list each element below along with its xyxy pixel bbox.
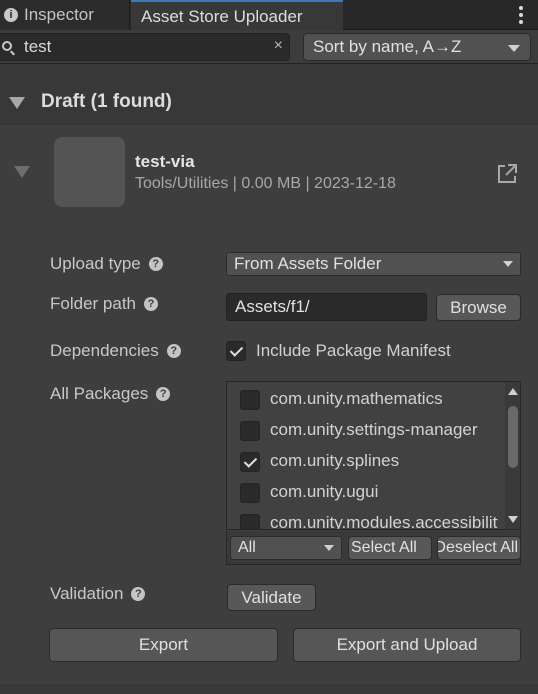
more-options-icon[interactable] <box>518 6 524 24</box>
validation-label: Validation ? <box>50 584 146 604</box>
upload-type-value: From Assets Folder <box>234 254 382 273</box>
packages-list-footer: All Select All Deselect All <box>226 531 521 565</box>
list-item[interactable]: com.unity.splines <box>227 446 503 477</box>
help-icon[interactable]: ? <box>131 587 146 601</box>
scroll-down-icon[interactable] <box>508 516 518 523</box>
all-packages-label: All Packages ? <box>50 384 171 404</box>
package-meta: Tools/Utilities | 0.00 MB | 2023-12-18 <box>135 175 396 192</box>
export-and-upload-button[interactable]: Export and Upload <box>293 628 521 662</box>
tab-inspector-label: Inspector <box>24 5 94 24</box>
package-label: com.unity.mathematics <box>270 389 443 408</box>
foldout-arrow-icon[interactable] <box>9 97 25 109</box>
chevron-down-icon <box>503 261 513 267</box>
draft-section-header[interactable]: Draft (1 found) <box>0 82 538 124</box>
upload-type-label-text: Upload type <box>50 254 141 273</box>
package-checkbox[interactable] <box>240 390 260 410</box>
tab-asset-store-uploader[interactable]: Asset Store Uploader <box>131 0 343 31</box>
package-foldout-arrow-icon[interactable] <box>14 166 30 178</box>
dependencies-label-text: Dependencies <box>50 341 159 360</box>
packages-list: com.unity.mathematics com.unity.settings… <box>226 381 521 530</box>
package-label: com.unity.splines <box>270 451 400 470</box>
upload-type-label: Upload type ? <box>50 254 163 274</box>
folder-path-value: Assets/f1/ <box>235 297 310 316</box>
chevron-down-icon <box>508 45 520 52</box>
help-icon[interactable]: ? <box>156 387 171 401</box>
search-icon <box>2 41 12 51</box>
package-card: test-via Tools/Utilities | 0.00 MB | 202… <box>0 124 538 684</box>
list-item[interactable]: com.unity.mathematics <box>227 384 503 415</box>
external-link-icon[interactable] <box>496 163 518 185</box>
package-checkbox[interactable] <box>240 452 260 472</box>
package-checkbox[interactable] <box>240 514 260 529</box>
package-checkbox[interactable] <box>240 483 260 503</box>
search-box: × <box>0 33 290 61</box>
browse-button[interactable]: Browse <box>436 294 521 321</box>
help-icon[interactable]: ? <box>148 257 163 271</box>
deselect-all-label: Deselect All <box>437 539 518 556</box>
include-manifest-label: Include Package Manifest <box>256 341 451 360</box>
tab-inspector[interactable]: i Inspector <box>0 0 130 30</box>
package-checkbox[interactable] <box>240 421 260 441</box>
chevron-down-icon <box>324 545 334 551</box>
list-item[interactable]: com.unity.ugui <box>227 477 503 508</box>
folder-path-label: Folder path ? <box>50 294 158 314</box>
scroll-thumb[interactable] <box>508 406 518 468</box>
clear-search-icon[interactable]: × <box>274 37 283 55</box>
package-label: com.unity.modules.accessibility <box>270 513 498 530</box>
upload-type-dropdown[interactable]: From Assets Folder <box>226 252 521 276</box>
search-input[interactable] <box>24 38 264 56</box>
all-packages-label-text: All Packages <box>50 384 149 403</box>
tab-bar: i Inspector Asset Store Uploader <box>0 0 538 31</box>
folder-path-field[interactable]: Assets/f1/ <box>226 293 427 321</box>
draft-section-title: Draft (1 found) <box>41 91 172 112</box>
select-all-button[interactable]: Select All <box>348 536 432 560</box>
package-label: com.unity.ugui <box>270 482 379 501</box>
sort-dropdown-label: Sort by name, A→Z <box>313 37 462 56</box>
package-filter-value: All <box>238 539 256 556</box>
folder-path-label-text: Folder path <box>50 294 136 313</box>
list-item[interactable]: com.unity.modules.accessibility <box>227 508 503 530</box>
browse-button-label: Browse <box>450 297 507 317</box>
validate-button-label: Validate <box>241 587 302 607</box>
info-icon: i <box>4 8 18 22</box>
help-icon[interactable]: ? <box>166 344 181 358</box>
select-all-label: Select All <box>351 539 417 556</box>
tab-asset-store-uploader-label: Asset Store Uploader <box>141 6 303 26</box>
dependencies-label: Dependencies ? <box>50 341 181 361</box>
package-filter-dropdown[interactable]: All <box>230 536 342 560</box>
export-button[interactable]: Export <box>49 628 278 662</box>
list-item[interactable]: com.unity.settings-manager <box>227 415 503 446</box>
include-manifest-checkbox[interactable] <box>226 341 246 361</box>
package-thumbnail <box>54 137 125 207</box>
toolbar: × Sort by name, A→Z <box>0 30 538 64</box>
help-icon[interactable]: ? <box>144 297 158 311</box>
packages-scrollbar[interactable] <box>505 382 520 529</box>
sort-dropdown[interactable]: Sort by name, A→Z <box>303 33 531 61</box>
export-button-label: Export <box>138 635 189 654</box>
scroll-up-icon[interactable] <box>508 388 518 395</box>
deselect-all-button[interactable]: Deselect All <box>437 536 521 560</box>
package-label: com.unity.settings-manager <box>270 420 478 439</box>
validate-button[interactable]: Validate <box>227 584 316 611</box>
package-name: test-via <box>135 152 195 171</box>
validation-label-text: Validation <box>50 584 124 603</box>
export-and-upload-button-label: Export and Upload <box>336 635 478 654</box>
